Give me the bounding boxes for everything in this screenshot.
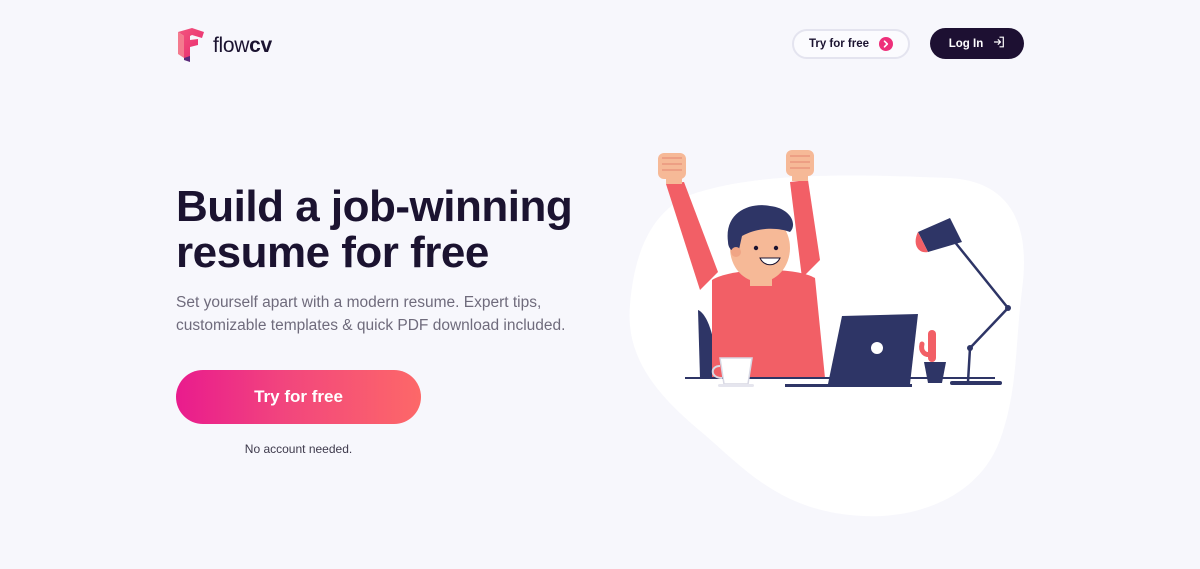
logo-wordmark-suffix: cv (249, 33, 272, 57)
try-for-free-nav-label: Try for free (808, 37, 870, 50)
cta-label: Try for free (254, 387, 343, 406)
login-button[interactable]: Log In (930, 28, 1024, 59)
cta-note: No account needed. (244, 442, 353, 456)
left-fist (658, 153, 686, 184)
arrow-right-icon (879, 36, 894, 51)
logo-wordmark-prefix: flow (213, 33, 250, 57)
hero-subtext-line2: customizable templates & quick PDF downl… (176, 317, 566, 334)
hero-headline-line1: Build a job-winning (176, 182, 573, 231)
flowcv-logo[interactable]: flowcv (176, 26, 272, 62)
hero-headline: Build a job-winning resume for free (176, 184, 616, 276)
hero-headline-line2: resume for free (176, 228, 489, 277)
flowcv-logo-icon (176, 26, 206, 62)
landing-page: flowcv Try for free Log In Build a job-w… (0, 0, 1200, 569)
login-label: Log In (948, 37, 984, 50)
login-icon (993, 36, 1005, 51)
try-for-free-cta-button[interactable]: Try for free (176, 370, 421, 424)
hero-subtext: Set yourself apart with a modern resume.… (176, 291, 576, 337)
header-nav: Try for free Log In (792, 28, 1024, 59)
celebrating-person-illustration (629, 150, 1024, 517)
hero-illustration (620, 140, 1040, 530)
logo-wordmark: flowcv (213, 34, 272, 58)
hero-subtext-line1: Set yourself apart with a modern resume.… (176, 294, 542, 311)
try-for-free-nav-button[interactable]: Try for free (792, 28, 910, 59)
